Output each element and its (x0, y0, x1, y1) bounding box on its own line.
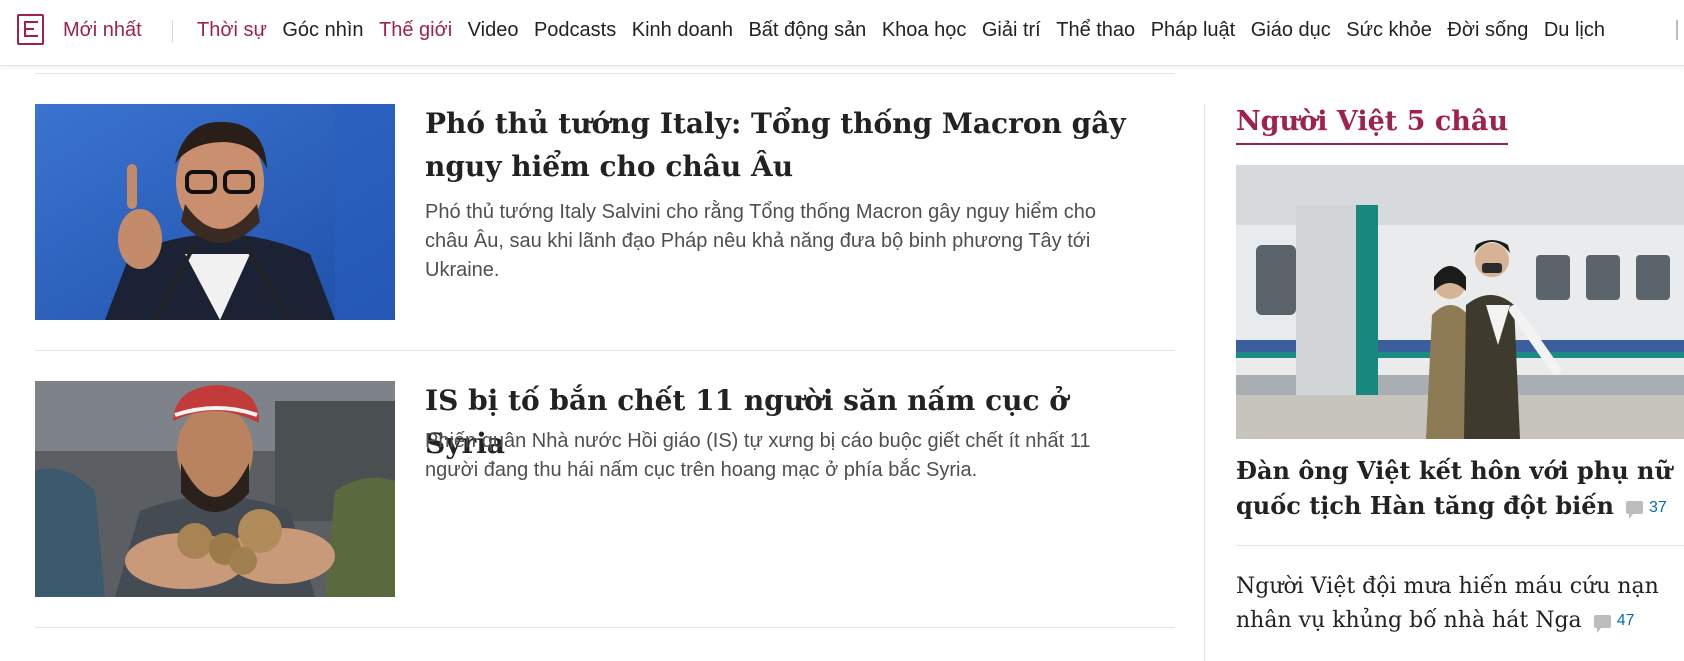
nav-item-kinh-doanh[interactable]: Kinh doanh (632, 19, 733, 42)
nav-item-doi-song[interactable]: Đời sống (1447, 19, 1528, 42)
sidebar-featured-image[interactable] (1236, 165, 1684, 439)
article-item: IS bị tố bắn chết 11 người săn nấm cục ở… (35, 381, 1175, 628)
nav-item-giao-duc[interactable]: Giáo dục (1251, 19, 1331, 42)
nav-item-the-thao[interactable]: Thể thao (1056, 19, 1135, 42)
nav-item-phap-luat[interactable]: Pháp luật (1151, 19, 1236, 42)
nav-item-du-lich[interactable]: Du lịch (1544, 19, 1605, 42)
article-description: Phiến quân Nhà nước Hồi giáo (IS) tự xưn… (425, 430, 1091, 481)
nav-item-the-gioi[interactable]: Thế giới (379, 19, 452, 42)
nav-more-handle[interactable] (1676, 20, 1679, 40)
nav-item-thoi-su[interactable]: Thời sự (197, 19, 267, 42)
logo-bar (24, 21, 38, 23)
nav-item-suc-khoe[interactable]: Sức khỏe (1346, 19, 1432, 42)
sidebar-second-article-title[interactable]: Người Việt đội mưa hiến máu cứu nạn nhân… (1236, 570, 1684, 638)
sidebar-heading[interactable]: Người Việt 5 châu (1236, 106, 1509, 145)
truffle-hunter-photo (35, 381, 395, 597)
comment-count: 47 (1616, 612, 1635, 629)
comment-bubble-icon (1593, 614, 1611, 633)
comment-bubble-icon (1625, 501, 1643, 519)
nav-item-podcasts[interactable]: Podcasts (534, 19, 616, 42)
category-menu: Thời sự Góc nhìn Thế giới Video Podcasts… (197, 19, 1621, 42)
speaker-photo (35, 104, 395, 320)
nav-item-bat-dong-san[interactable]: Bất động sản (748, 19, 866, 42)
nav-item-khoa-hoc[interactable]: Khoa học (882, 19, 967, 42)
article-divider (35, 627, 1175, 628)
article-thumbnail-salvini[interactable] (35, 104, 395, 320)
top-navigation: Mới nhất Thời sự Góc nhìn Thế giới Video… (0, 0, 1684, 66)
article-description: Phó thủ tướng Italy Salvini cho rằng Tổn… (425, 201, 1096, 281)
comment-count-link[interactable]: 47 (1593, 604, 1635, 638)
nav-item-giai-tri[interactable]: Giải trí (982, 19, 1041, 42)
sidebar-main-title-text: Đàn ông Việt kết hôn với phụ nữ quốc tịc… (1236, 456, 1672, 520)
sidebar-divider (1236, 545, 1684, 546)
nav-newest-link[interactable]: Mới nhất (63, 19, 142, 42)
logo-bar (24, 35, 38, 37)
comment-count: 37 (1648, 499, 1667, 516)
comment-count-link[interactable]: 37 (1625, 490, 1667, 525)
article-title[interactable]: Phó thủ tướng Italy: Tổng thống Macron g… (425, 102, 1145, 188)
sidebar-nguoi-viet-5-chau: Người Việt 5 châu Đàn ông Việt kết hôn v… (1204, 104, 1684, 661)
train-platform-photo (1236, 165, 1684, 439)
article-divider (35, 350, 1175, 351)
nav-item-video[interactable]: Video (468, 19, 519, 42)
article-item: Phó thủ tướng Italy: Tổng thống Macron g… (35, 104, 1175, 351)
content-top-divider (35, 73, 1175, 74)
logo-bar (24, 28, 34, 30)
site-logo[interactable] (17, 14, 44, 45)
nav-item-goc-nhin[interactable]: Góc nhìn (282, 19, 363, 42)
sidebar-main-article-title[interactable]: Đàn ông Việt kết hôn với phụ nữ quốc tịc… (1236, 453, 1676, 525)
article-thumbnail-truffle[interactable] (35, 381, 395, 597)
nav-divider (172, 20, 173, 42)
